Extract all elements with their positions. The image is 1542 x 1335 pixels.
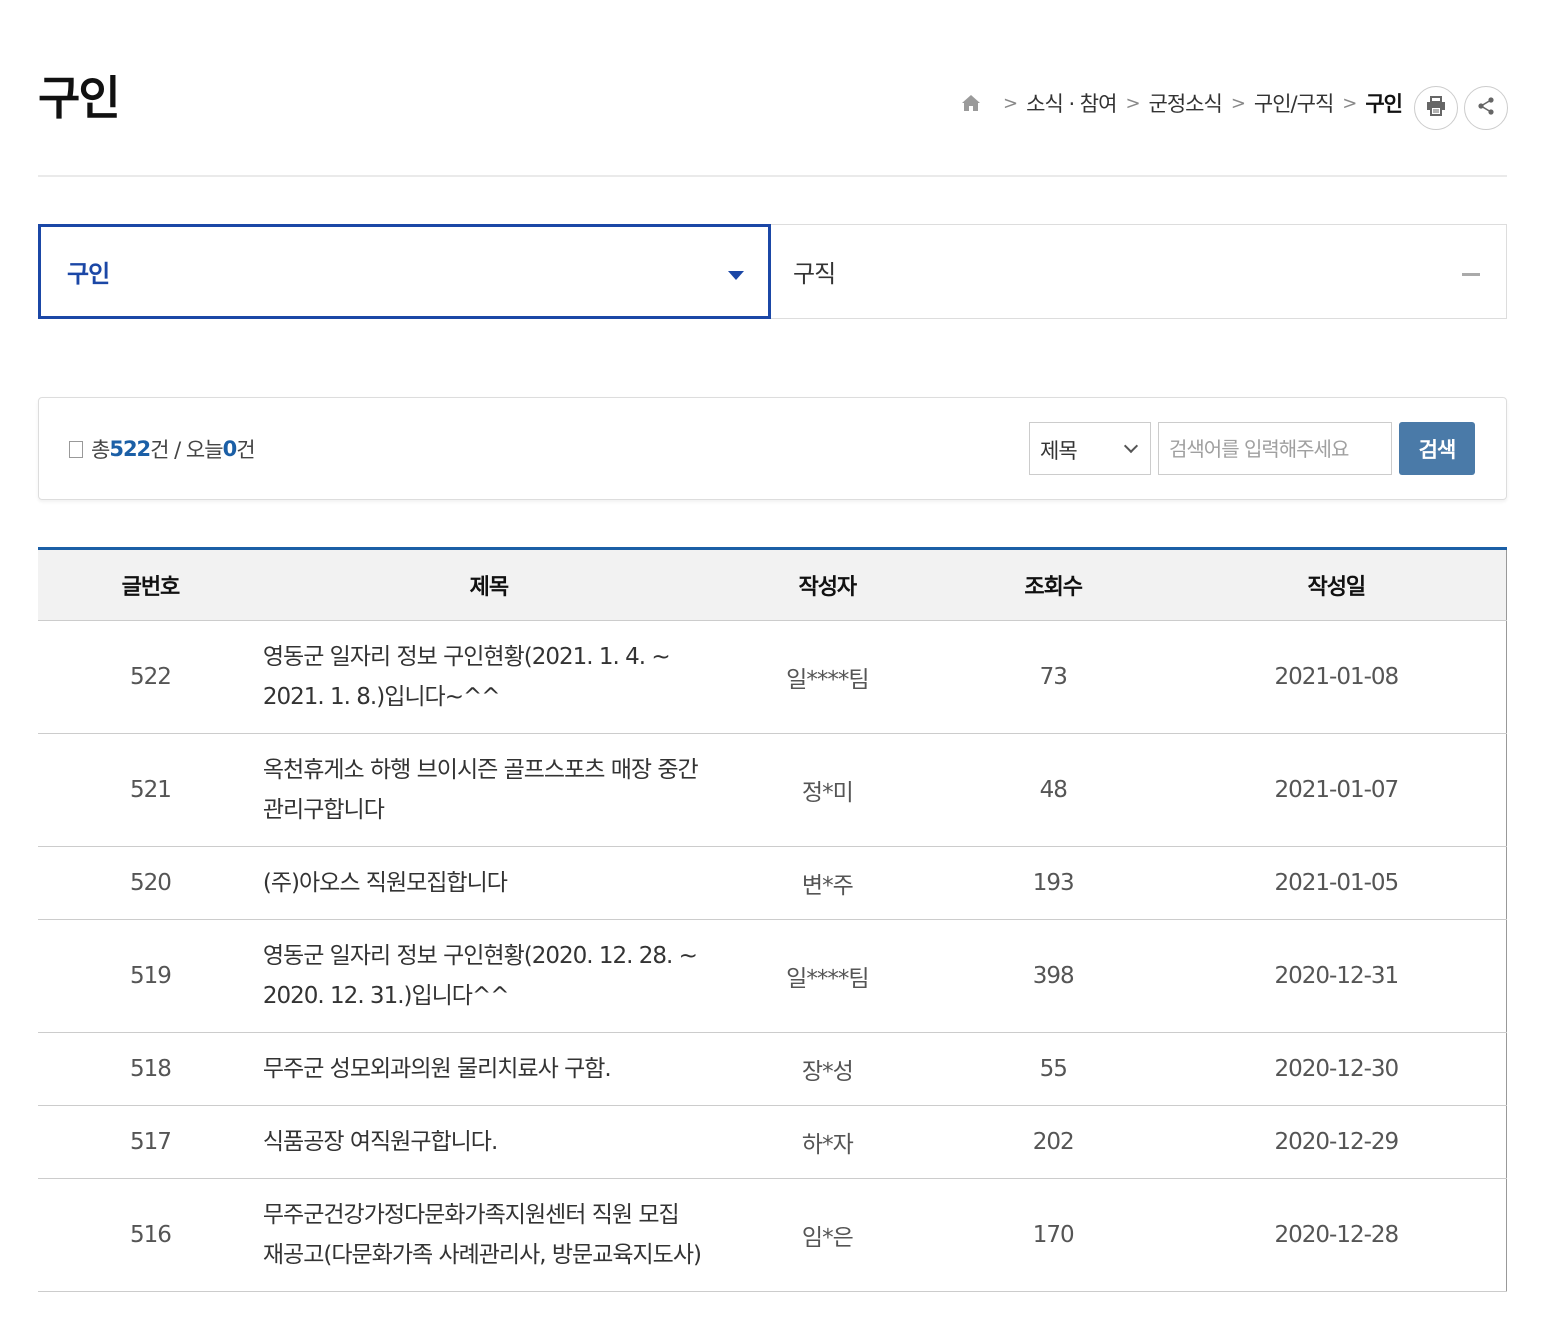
table-row: 520 (주)아오스 직원모집합니다 변*주 193 2021-01-05 bbox=[38, 846, 1507, 920]
cell-author: 장*성 bbox=[714, 1032, 940, 1106]
cell-views: 193 bbox=[939, 846, 1167, 920]
cell-views: 398 bbox=[939, 919, 1167, 1033]
today-count: 0 bbox=[222, 437, 238, 461]
chevron-right-icon: > bbox=[1342, 92, 1357, 114]
cell-number: 518 bbox=[38, 1032, 263, 1106]
post-count: 총 522 건 / 오늘 0 건 bbox=[69, 434, 256, 464]
table-row: 518 무주군 성모외과의원 물리치료사 구함. 장*성 55 2020-12-… bbox=[38, 1032, 1507, 1106]
cell-views: 202 bbox=[939, 1105, 1167, 1179]
title-divider bbox=[38, 175, 1507, 177]
header-date: 작성일 bbox=[1166, 548, 1507, 621]
cell-author: 일****팀 bbox=[714, 919, 940, 1033]
table-row: 517 식품공장 여직원구합니다. 하*자 202 2020-12-29 bbox=[38, 1105, 1507, 1179]
share-button[interactable] bbox=[1464, 86, 1508, 130]
cell-title[interactable]: 무주군 성모외과의원 물리치료사 구함. bbox=[262, 1032, 715, 1106]
post-title-link[interactable]: 영동군 일자리 정보 구인현황(2021. 1. 4. ~ 2021. 1. 8… bbox=[263, 637, 703, 717]
print-icon bbox=[1425, 96, 1447, 120]
cell-views: 55 bbox=[939, 1032, 1167, 1106]
cell-author: 변*주 bbox=[714, 846, 940, 920]
breadcrumb-item-jobs[interactable]: 구인/구직 bbox=[1254, 88, 1334, 118]
caret-down-icon bbox=[728, 271, 744, 280]
post-table: 글번호 제목 작성자 조회수 작성일 522 영동군 일자리 정보 구인현황(2… bbox=[38, 547, 1507, 1292]
cell-number: 517 bbox=[38, 1105, 263, 1179]
post-title-link[interactable]: 옥천휴게소 하행 브이시즌 골프스포츠 매장 중간관리구합니다 bbox=[263, 750, 703, 830]
cell-date: 2020-12-28 bbox=[1166, 1178, 1507, 1292]
search-button[interactable]: 검색 bbox=[1399, 422, 1475, 475]
total-count: 522 bbox=[109, 437, 151, 461]
count-label: 건 / 오늘 bbox=[150, 438, 223, 462]
print-button[interactable] bbox=[1414, 86, 1458, 130]
cell-number: 516 bbox=[38, 1178, 263, 1292]
chevron-right-icon: > bbox=[1125, 92, 1140, 114]
cell-title[interactable]: 무주군건강가정다문화가족지원센터 직원 모집 재공고(다문화가족 사례관리사, … bbox=[262, 1178, 715, 1292]
post-title-link[interactable]: 무주군 성모외과의원 물리치료사 구함. bbox=[263, 1049, 703, 1089]
tab-bar: 구인 구직 bbox=[38, 224, 1507, 319]
cell-number: 520 bbox=[38, 846, 263, 920]
header-views: 조회수 bbox=[939, 548, 1167, 621]
home-icon[interactable] bbox=[960, 92, 982, 114]
tab-job-offer[interactable]: 구인 bbox=[38, 224, 771, 319]
count-label: 건 bbox=[236, 438, 255, 462]
cell-date: 2021-01-07 bbox=[1166, 733, 1507, 847]
cell-author: 일****팀 bbox=[714, 620, 940, 734]
cell-author: 하*자 bbox=[714, 1105, 940, 1179]
cell-author: 정*미 bbox=[714, 733, 940, 847]
document-icon bbox=[69, 440, 83, 458]
tab-label: 구직 bbox=[793, 260, 836, 288]
cell-date: 2021-01-08 bbox=[1166, 620, 1507, 734]
cell-title[interactable]: 식품공장 여직원구합니다. bbox=[262, 1105, 715, 1179]
cell-views: 170 bbox=[939, 1178, 1167, 1292]
search-input[interactable] bbox=[1158, 422, 1392, 475]
search-field-select[interactable]: 제목 bbox=[1029, 422, 1151, 475]
cell-title[interactable]: 영동군 일자리 정보 구인현황(2021. 1. 4. ~ 2021. 1. 8… bbox=[262, 620, 715, 734]
cell-date: 2020-12-30 bbox=[1166, 1032, 1507, 1106]
minus-icon bbox=[1462, 273, 1480, 276]
cell-views: 73 bbox=[939, 620, 1167, 734]
breadcrumb-item-county-news[interactable]: 군정소식 bbox=[1149, 88, 1223, 118]
share-icon bbox=[1476, 96, 1496, 120]
post-title-link[interactable]: 영동군 일자리 정보 구인현황(2020. 12. 28. ~ 2020. 12… bbox=[263, 936, 703, 1016]
breadcrumb: > 소식 · 참여 > 군정소식 > 구인/구직 > 구인 bbox=[960, 88, 1403, 118]
table-row: 519 영동군 일자리 정보 구인현황(2020. 12. 28. ~ 2020… bbox=[38, 919, 1507, 1033]
post-title-link[interactable]: 무주군건강가정다문화가족지원센터 직원 모집 재공고(다문화가족 사례관리사, … bbox=[263, 1195, 703, 1275]
breadcrumb-current: 구인 bbox=[1365, 92, 1403, 116]
cell-views: 48 bbox=[939, 733, 1167, 847]
search-panel: 총 522 건 / 오늘 0 건 제목 검색 bbox=[38, 397, 1507, 500]
count-label: 총 bbox=[91, 438, 110, 462]
cell-title[interactable]: 영동군 일자리 정보 구인현황(2020. 12. 28. ~ 2020. 12… bbox=[262, 919, 715, 1033]
cell-title[interactable]: 옥천휴게소 하행 브이시즌 골프스포츠 매장 중간관리구합니다 bbox=[262, 733, 715, 847]
chevron-right-icon: > bbox=[1230, 92, 1246, 114]
cell-author: 임*은 bbox=[714, 1178, 940, 1292]
header-title: 제목 bbox=[262, 548, 715, 621]
cell-date: 2021-01-05 bbox=[1166, 846, 1507, 920]
cell-date: 2020-12-29 bbox=[1166, 1105, 1507, 1179]
chevron-down-icon bbox=[1123, 438, 1139, 454]
cell-number: 521 bbox=[38, 733, 263, 847]
table-row: 521 옥천휴게소 하행 브이시즌 골프스포츠 매장 중간관리구합니다 정*미 … bbox=[38, 733, 1507, 847]
post-title-link[interactable]: (주)아오스 직원모집합니다 bbox=[263, 863, 703, 903]
tab-label: 구인 bbox=[67, 260, 110, 288]
cell-number: 519 bbox=[38, 919, 263, 1033]
cell-number: 522 bbox=[38, 620, 263, 734]
chevron-right-icon: > bbox=[1003, 92, 1018, 114]
cell-title[interactable]: (주)아오스 직원모집합니다 bbox=[262, 846, 715, 920]
header-number: 글번호 bbox=[38, 548, 263, 621]
table-row: 522 영동군 일자리 정보 구인현황(2021. 1. 4. ~ 2021. … bbox=[38, 620, 1507, 734]
cell-date: 2020-12-31 bbox=[1166, 919, 1507, 1033]
tab-job-seek[interactable]: 구직 bbox=[771, 225, 1506, 318]
post-title-link[interactable]: 식품공장 여직원구합니다. bbox=[263, 1122, 703, 1162]
table-header-row: 글번호 제목 작성자 조회수 작성일 bbox=[38, 548, 1507, 621]
table-row: 516 무주군건강가정다문화가족지원센터 직원 모집 재공고(다문화가족 사례관… bbox=[38, 1178, 1507, 1292]
breadcrumb-item-news[interactable]: 소식 · 참여 bbox=[1026, 88, 1117, 118]
select-value: 제목 bbox=[1040, 439, 1078, 463]
page-title: 구인 bbox=[38, 71, 121, 125]
header-author: 작성자 bbox=[714, 548, 940, 621]
